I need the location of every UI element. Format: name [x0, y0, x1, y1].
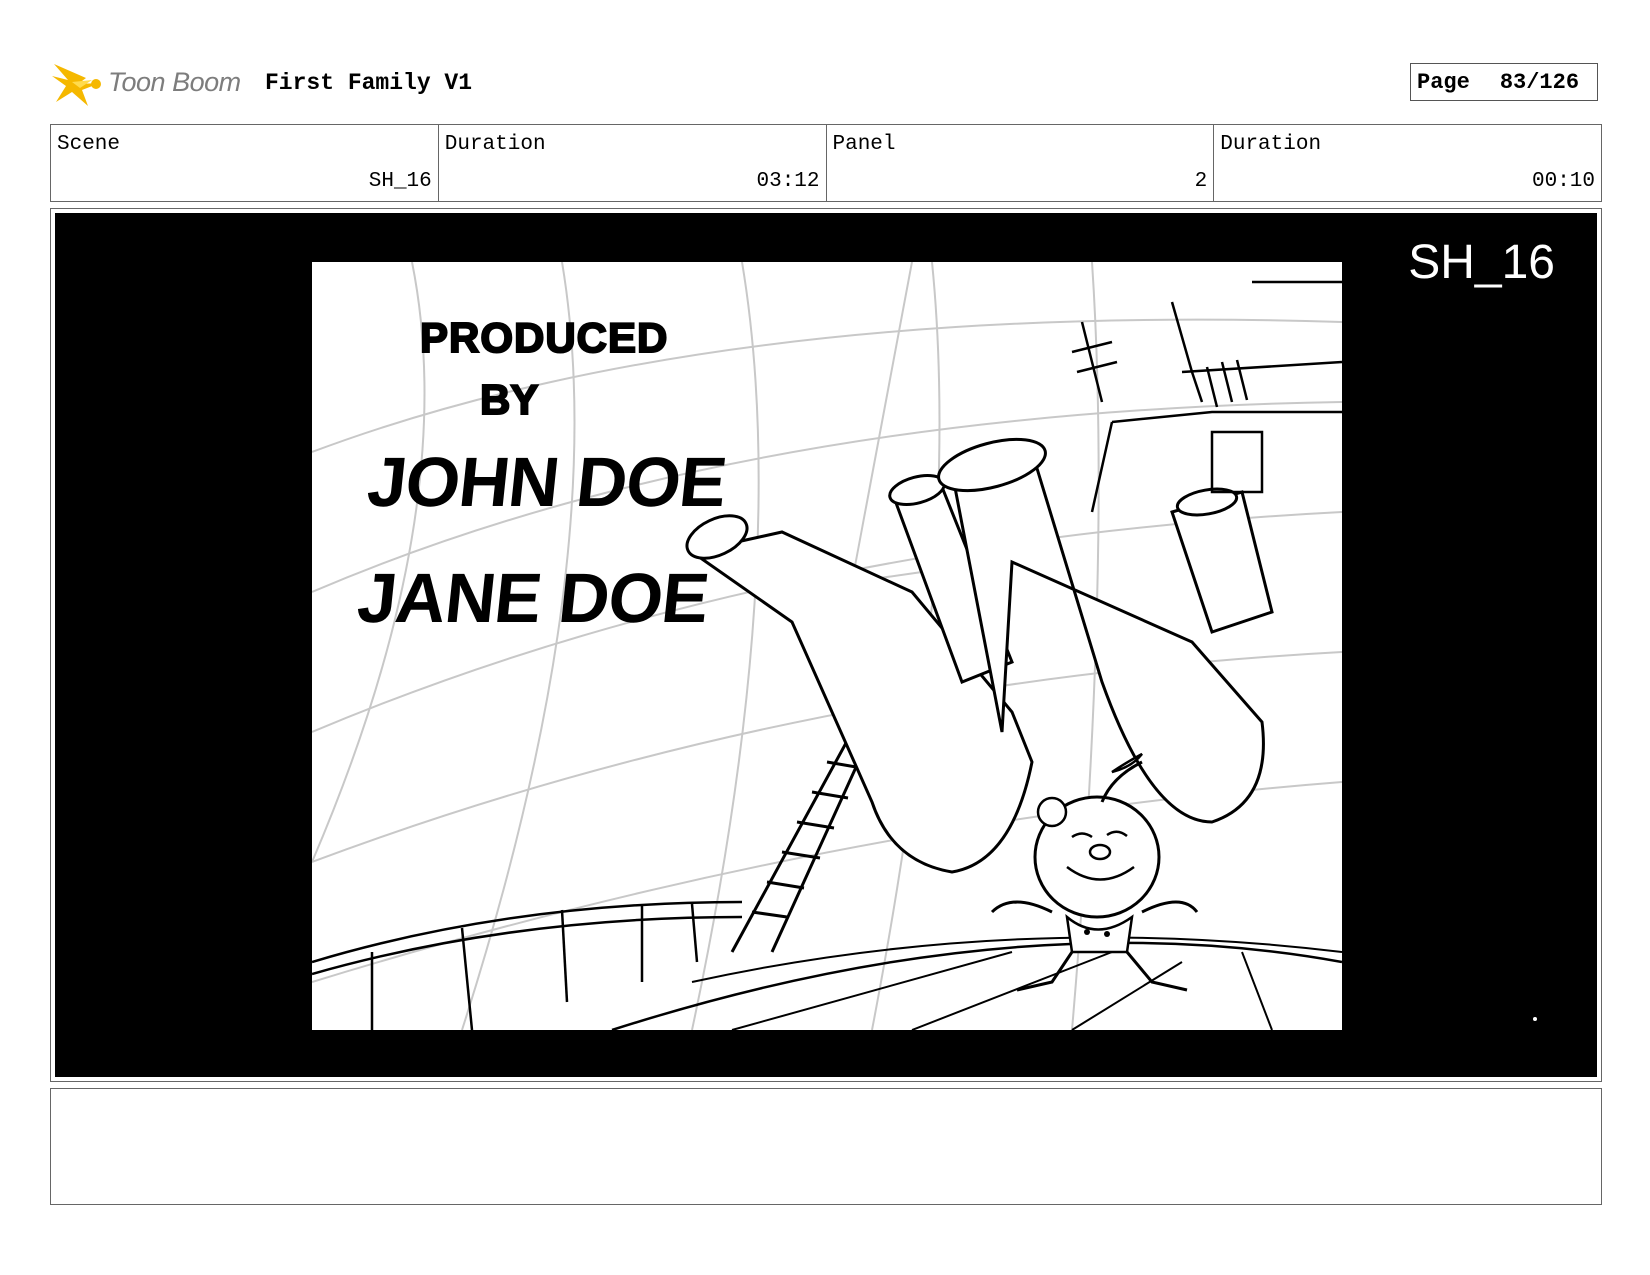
panel-notes	[50, 1088, 1602, 1205]
scene-label: Scene	[57, 133, 121, 156]
toon-boom-logo: Toon Boom	[52, 56, 252, 112]
page-label: Page	[1417, 69, 1470, 95]
scene-duration-label: Duration	[444, 133, 546, 156]
panel-duration-label: Duration	[1220, 133, 1322, 156]
toon-boom-star-icon	[52, 64, 101, 106]
panel-background: SH_16 PRODUCED BY JOHN DOE JANE DOE	[55, 213, 1597, 1077]
page-number: 83/126	[1499, 69, 1580, 95]
logo-text: Toon Boom	[108, 67, 241, 97]
panel-dot	[1533, 1017, 1537, 1021]
ship-tower	[1071, 280, 1342, 513]
project-title: First Family V1	[265, 70, 473, 96]
scene-value: SH_16	[368, 170, 432, 193]
deck-railing	[312, 900, 1342, 1030]
ladder	[730, 731, 874, 953]
deck-floor	[691, 936, 1342, 1030]
scene-duration-cell: Duration 03:12	[439, 125, 827, 201]
page-header: Toon Boom First Family V1 Page 83/126	[52, 56, 1602, 112]
credit-by: BY	[479, 375, 539, 424]
panel-duration-value: 00:10	[1531, 170, 1595, 193]
page-indicator: Page 83/126	[1410, 63, 1598, 101]
storyboard-panel: SH_16 PRODUCED BY JOHN DOE JANE DOE	[50, 208, 1602, 1082]
panel-value: 2	[1194, 170, 1208, 193]
credit-produced: PRODUCED	[419, 313, 669, 362]
panel-duration-cell: Duration 00:10	[1214, 125, 1601, 201]
panel-label: Panel	[832, 133, 896, 156]
credit-name-2: JANE DOE	[353, 559, 712, 637]
panel-cell: Panel 2	[827, 125, 1215, 201]
cannon-turret	[685, 437, 1274, 874]
panel-sketch: PRODUCED BY JOHN DOE JANE DOE	[312, 262, 1342, 1030]
scene-cell: Scene SH_16	[51, 125, 439, 201]
credit-name-1: JOHN DOE	[363, 443, 730, 521]
scene-info-row: Scene SH_16 Duration 03:12 Panel 2 Durat…	[50, 124, 1602, 202]
sketch-drawing	[312, 262, 1342, 1030]
shot-label: SH_16	[1408, 236, 1555, 289]
scene-duration-value: 03:12	[756, 170, 820, 193]
